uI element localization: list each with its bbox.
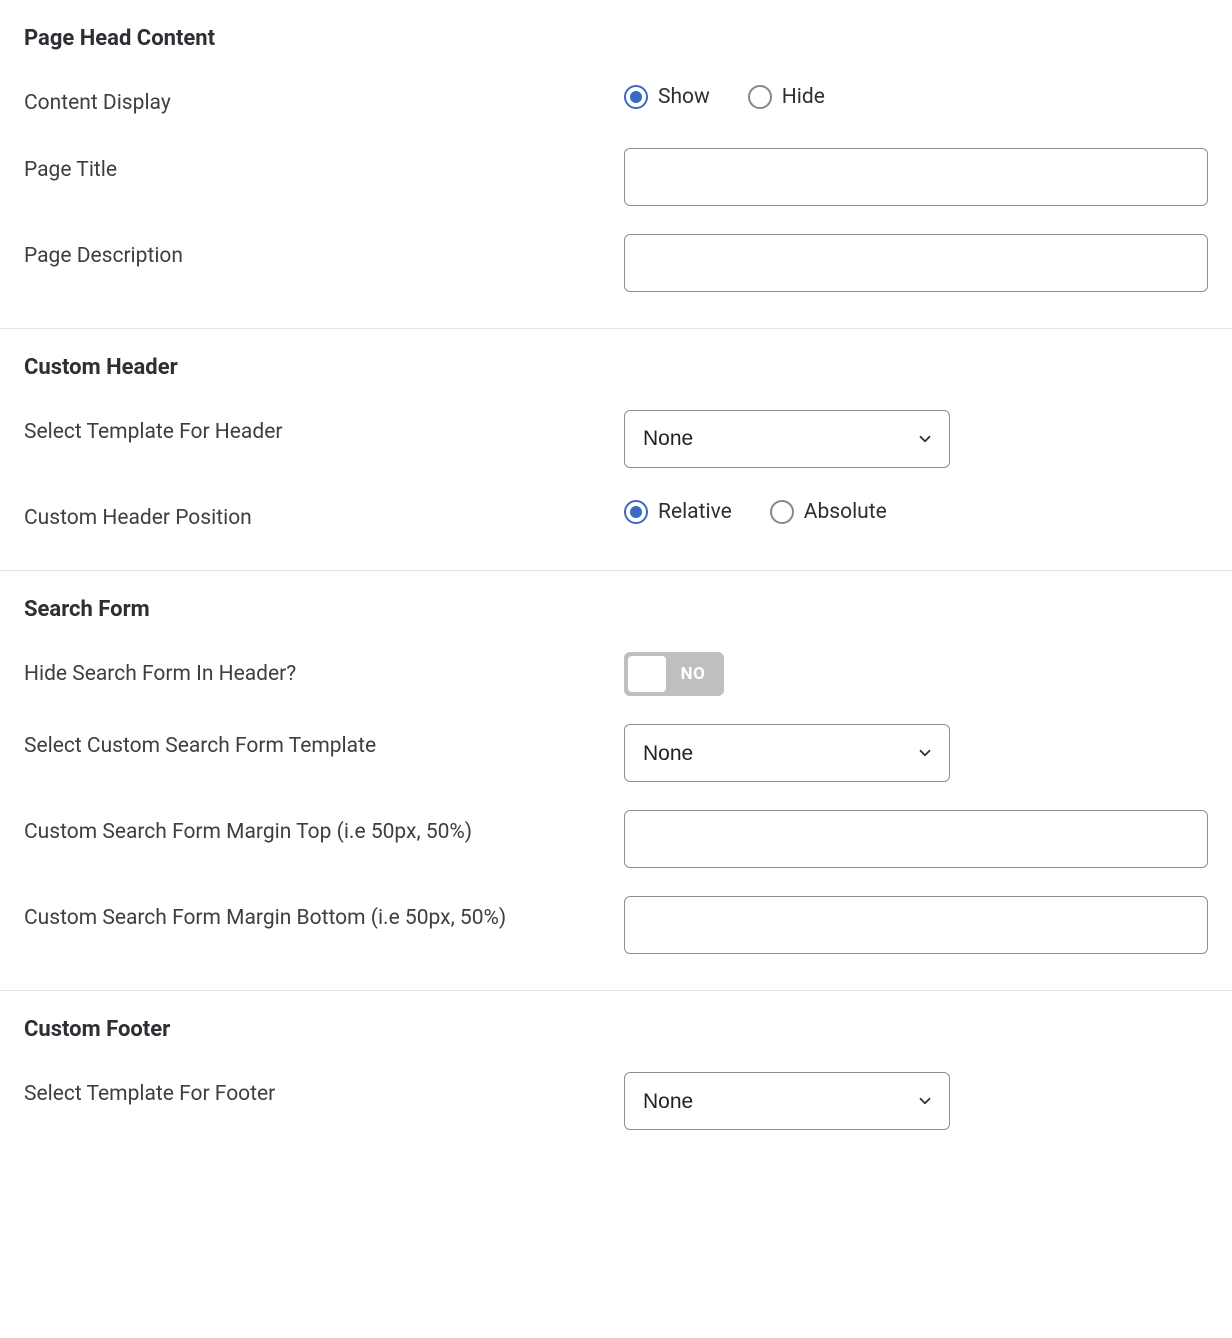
radio-relative-label: Relative xyxy=(658,500,732,524)
row-page-description: Page Description xyxy=(24,234,1208,292)
row-search-margin-top: Custom Search Form Margin Top (i.e 50px,… xyxy=(24,810,1208,868)
section-title-page-head: Page Head Content xyxy=(24,26,1208,51)
label-search-template: Select Custom Search Form Template xyxy=(24,724,624,763)
radio-relative[interactable]: Relative xyxy=(624,500,732,524)
control-search-margin-top xyxy=(624,810,1208,868)
control-content-display: Show Hide xyxy=(624,81,1208,109)
control-search-margin-bottom xyxy=(624,896,1208,954)
label-page-title: Page Title xyxy=(24,148,624,187)
row-header-template: Select Template For Header None xyxy=(24,410,1208,468)
section-custom-header: Custom Header Select Template For Header… xyxy=(0,329,1232,572)
footer-template-select-wrap: None xyxy=(624,1072,950,1130)
toggle-knob-icon xyxy=(628,656,666,692)
row-search-margin-bottom: Custom Search Form Margin Bottom (i.e 50… xyxy=(24,896,1208,954)
radio-absolute-label: Absolute xyxy=(804,500,887,524)
radio-hide-label: Hide xyxy=(782,85,825,109)
row-header-position: Custom Header Position Relative Absolute xyxy=(24,496,1208,535)
row-footer-template: Select Template For Footer None xyxy=(24,1072,1208,1130)
row-hide-search: Hide Search Form In Header? NO xyxy=(24,652,1208,696)
control-header-template: None xyxy=(624,410,1208,468)
control-footer-template: None xyxy=(624,1072,1208,1130)
radio-show-label: Show xyxy=(658,85,710,109)
search-template-select[interactable]: None xyxy=(624,724,950,782)
hide-search-toggle[interactable]: NO xyxy=(624,652,724,696)
row-content-display: Content Display Show Hide xyxy=(24,81,1208,120)
settings-form: Page Head Content Content Display Show H… xyxy=(0,0,1232,1166)
header-template-select-wrap: None xyxy=(624,410,950,468)
radio-group-content-display: Show Hide xyxy=(624,81,825,109)
page-description-input[interactable] xyxy=(624,234,1208,292)
search-margin-top-input[interactable] xyxy=(624,810,1208,868)
label-search-margin-bottom: Custom Search Form Margin Bottom (i.e 50… xyxy=(24,896,624,935)
label-header-template: Select Template For Header xyxy=(24,410,624,449)
radio-dot-icon xyxy=(624,85,648,109)
control-page-title xyxy=(624,148,1208,206)
radio-group-header-position: Relative Absolute xyxy=(624,496,887,524)
control-hide-search: NO xyxy=(624,652,1208,696)
section-title-custom-footer: Custom Footer xyxy=(24,1017,1208,1042)
label-search-margin-top: Custom Search Form Margin Top (i.e 50px,… xyxy=(24,810,624,849)
row-search-template: Select Custom Search Form Template None xyxy=(24,724,1208,782)
section-page-head: Page Head Content Content Display Show H… xyxy=(0,0,1232,329)
label-page-description: Page Description xyxy=(24,234,624,273)
section-title-search-form: Search Form xyxy=(24,597,1208,622)
section-title-custom-header: Custom Header xyxy=(24,355,1208,380)
control-page-description xyxy=(624,234,1208,292)
section-custom-footer: Custom Footer Select Template For Footer… xyxy=(0,991,1232,1166)
toggle-no-label: NO xyxy=(666,664,720,684)
radio-hide[interactable]: Hide xyxy=(748,85,825,109)
footer-template-select[interactable]: None xyxy=(624,1072,950,1130)
radio-dot-icon xyxy=(748,85,772,109)
row-page-title: Page Title xyxy=(24,148,1208,206)
label-footer-template: Select Template For Footer xyxy=(24,1072,624,1111)
search-margin-bottom-input[interactable] xyxy=(624,896,1208,954)
control-search-template: None xyxy=(624,724,1208,782)
radio-show[interactable]: Show xyxy=(624,85,710,109)
search-template-select-wrap: None xyxy=(624,724,950,782)
label-content-display: Content Display xyxy=(24,81,624,120)
label-hide-search: Hide Search Form In Header? xyxy=(24,652,624,691)
radio-absolute[interactable]: Absolute xyxy=(770,500,887,524)
radio-dot-icon xyxy=(624,500,648,524)
page-title-input[interactable] xyxy=(624,148,1208,206)
header-template-select[interactable]: None xyxy=(624,410,950,468)
radio-dot-icon xyxy=(770,500,794,524)
label-header-position: Custom Header Position xyxy=(24,496,624,535)
control-header-position: Relative Absolute xyxy=(624,496,1208,524)
section-search-form: Search Form Hide Search Form In Header? … xyxy=(0,571,1232,991)
